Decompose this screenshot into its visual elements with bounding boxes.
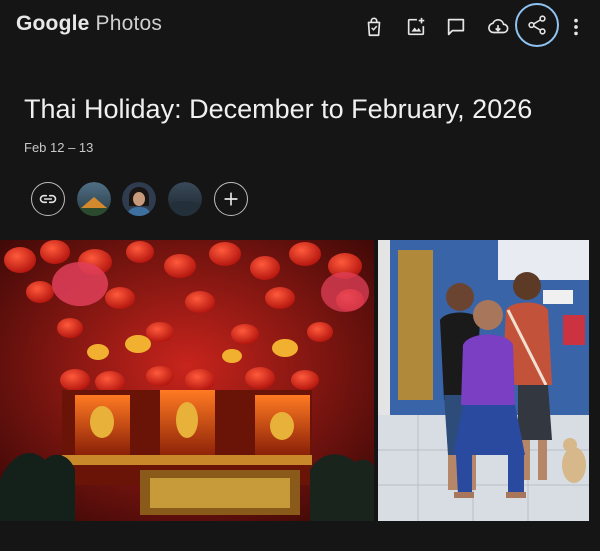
link-icon	[39, 194, 57, 204]
brand-photos-text: Photos	[95, 12, 163, 35]
shopping-bag-icon	[367, 17, 381, 37]
comment-icon	[447, 18, 465, 36]
shopping-bag-button[interactable]	[356, 9, 392, 45]
cloud-download-icon	[488, 19, 509, 34]
top-app-bar: Google Photos	[0, 0, 600, 56]
google-photos-logo[interactable]: Google Photos	[16, 12, 162, 36]
add-photo-icon	[407, 17, 425, 36]
share-link-button[interactable]	[31, 182, 65, 216]
album-title[interactable]: Thai Holiday: December to February, 2026	[24, 94, 532, 125]
download-button[interactable]	[480, 9, 516, 45]
avatar-dark[interactable]	[168, 182, 202, 216]
brand-google-text: Google	[16, 12, 90, 35]
add-person-button[interactable]	[214, 182, 248, 216]
add-photos-button[interactable]	[398, 9, 434, 45]
album-date-range: Feb 12 – 13	[24, 140, 94, 155]
share-button[interactable]	[515, 3, 559, 47]
photo-family-group[interactable]	[378, 240, 589, 521]
avatar-landscape[interactable]	[77, 182, 111, 216]
add-icon	[224, 192, 238, 206]
more-vert-icon	[574, 18, 578, 36]
photo-red-lantern-shrine[interactable]	[0, 240, 374, 521]
share-icon	[528, 15, 546, 35]
avatar-woman[interactable]	[122, 182, 156, 216]
comments-button[interactable]	[438, 9, 474, 45]
more-options-button[interactable]	[562, 9, 590, 45]
